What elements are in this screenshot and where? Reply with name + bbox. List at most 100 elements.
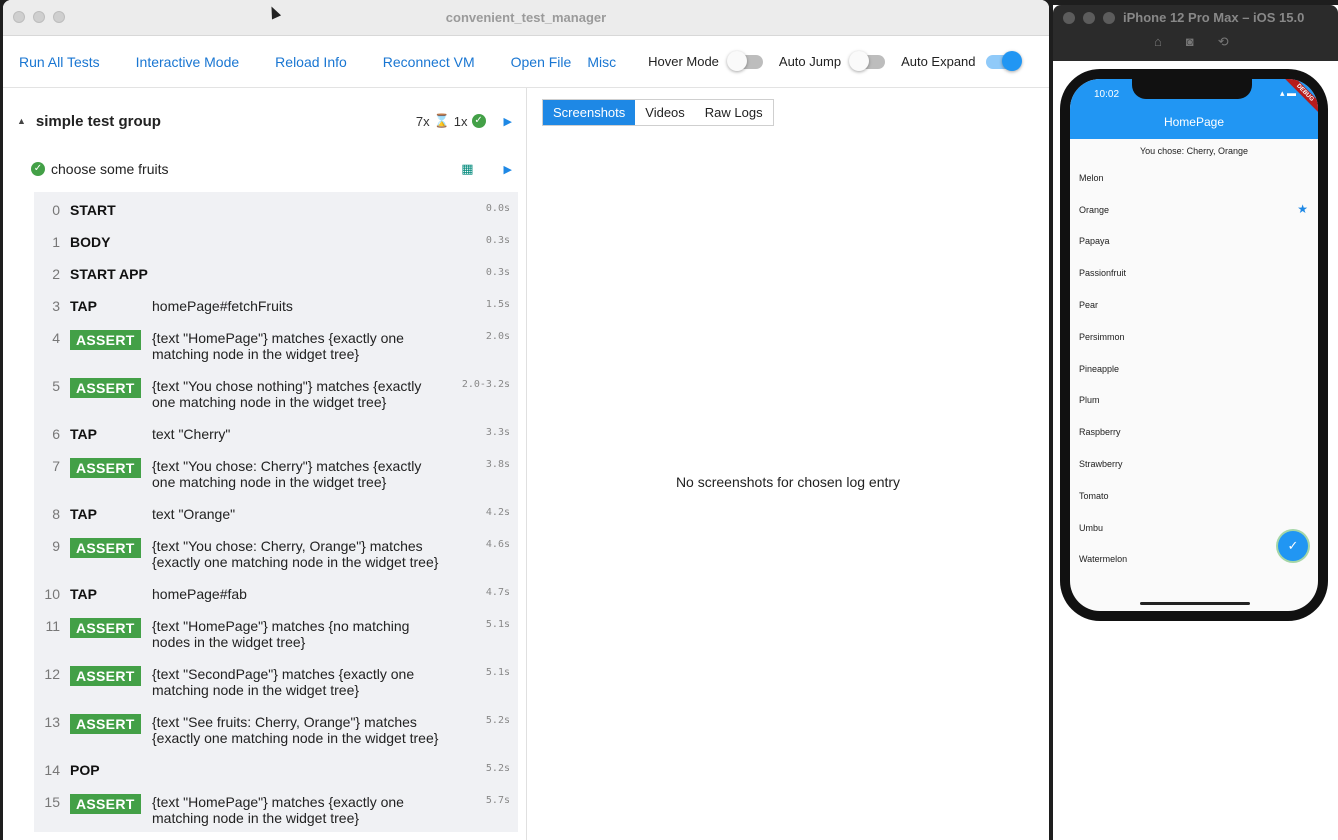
zoom-icon[interactable] — [1103, 12, 1115, 24]
interactive-mode-button[interactable]: Interactive Mode — [136, 54, 240, 70]
simulator-title: iPhone 12 Pro Max – iOS 15.0 — [1123, 10, 1305, 25]
assert-badge: ASSERT — [70, 458, 141, 478]
fruit-name: Papaya — [1079, 236, 1110, 247]
manager-window: convenient_test_manager Run All Tests In… — [3, 0, 1049, 840]
log-entry[interactable]: 8 TAP text "Orange" 4.2s — [34, 496, 518, 528]
fruit-list: Melon Orange ★ Papaya Passionfruit Pear Persim… — [1070, 162, 1318, 575]
log-time: 0.3s — [485, 267, 510, 278]
home-icon[interactable]: ⌂ — [1154, 34, 1162, 50]
log-entry[interactable]: 15 ASSERT {text "HomePage"} matches {exact… — [34, 784, 518, 832]
log-time: 5.2s — [485, 763, 510, 774]
status-icons: ▴ ▬ — [1279, 88, 1296, 98]
camera-icon[interactable]: ◙ — [1186, 34, 1194, 50]
log-entry[interactable]: 13 ASSERT {text "See fruits: Cherry, Orang… — [34, 704, 518, 752]
fruit-list-item[interactable]: Raspberry — [1079, 416, 1318, 448]
log-time: 4.2s — [485, 507, 510, 518]
star-icon[interactable]: ★ — [1297, 202, 1308, 216]
auto-jump-toggle[interactable] — [849, 50, 886, 71]
fruit-list-item[interactable]: Strawberry — [1079, 448, 1318, 480]
assert-badge: ASSERT — [70, 794, 141, 814]
fruit-list-item[interactable]: Pineapple — [1079, 353, 1318, 385]
log-kind: TAP — [60, 506, 152, 522]
group-stats: 7x ⌛ 1x ✓ — [416, 113, 486, 129]
log-description: text "Cherry" — [152, 426, 231, 442]
log-kind: TAP — [60, 426, 152, 442]
auto-jump-label: Auto Jump — [778, 54, 842, 69]
log-entry[interactable]: 5 ASSERT {text "You chose nothing"} matche… — [34, 368, 518, 416]
play-group-icon[interactable]: ▶ — [504, 115, 512, 128]
test-group-header[interactable]: ▲ simple test group 7x ⌛ 1x ✓ ▶ — [3, 88, 526, 154]
log-kind-label: TAP — [70, 426, 97, 442]
log-entry[interactable]: 10 TAP homePage#fab 4.7s — [34, 576, 518, 608]
log-entry[interactable]: 7 ASSERT {text "You chose: Cherry"} matche… — [34, 448, 518, 496]
status-bar: 10:02 ▴ ▬ DEBUG — [1070, 79, 1318, 117]
test-title: choose some fruits — [51, 161, 169, 177]
status-time: 10:02 — [1094, 89, 1120, 100]
tab-screenshots[interactable]: Screenshots — [543, 100, 636, 125]
log-kind: ASSERT — [60, 714, 152, 734]
fruit-list-item[interactable]: Melon — [1079, 162, 1318, 194]
log-description: {text "You chose: Cherry"} matches {exac… — [152, 458, 422, 490]
log-index: 1 — [52, 234, 60, 250]
log-entry[interactable]: 1 BODY 0.3s — [34, 224, 518, 256]
log-time: 0.0s — [485, 203, 510, 214]
test-tree-pane: ▲ simple test group 7x ⌛ 1x ✓ ▶ ✓ choose… — [3, 88, 527, 840]
rotate-icon[interactable]: ⟲ — [1218, 34, 1229, 50]
play-test-icon[interactable]: ▶ — [504, 163, 512, 176]
check-icon: ✓ — [471, 114, 486, 128]
assert-badge: ASSERT — [70, 378, 141, 398]
log-kind: ASSERT — [60, 378, 152, 398]
minimize-icon[interactable] — [1083, 12, 1095, 24]
close-icon[interactable] — [1063, 12, 1075, 24]
fruit-name: Plum — [1079, 395, 1100, 406]
log-index: 9 — [52, 538, 60, 554]
video-icon[interactable]: ▦ — [461, 161, 473, 177]
reconnect-vm-button[interactable]: Reconnect VM — [383, 54, 475, 70]
log-entry[interactable]: 3 TAP homePage#fetchFruits 1.5s — [34, 288, 518, 320]
log-entry[interactable]: 0 START 0.0s — [34, 192, 518, 224]
notch — [1132, 79, 1252, 99]
log-time: 3.8s — [485, 459, 510, 470]
open-file-button[interactable]: Open File — [511, 54, 572, 70]
log-entry[interactable]: 6 TAP text "Cherry" 3.3s — [34, 416, 518, 448]
collapse-caret-icon[interactable]: ▲ — [17, 116, 26, 126]
test-entry[interactable]: ✓ choose some fruits ▦ ▶ — [3, 150, 526, 188]
log-time: 2.0s — [485, 331, 510, 342]
simulator-titlebar: iPhone 12 Pro Max – iOS 15.0 ⌂ ◙ ⟲ — [1053, 5, 1338, 61]
assert-badge: ASSERT — [70, 714, 141, 734]
detail-tabs: Screenshots Videos Raw Logs — [542, 99, 774, 126]
log-kind: ASSERT — [60, 666, 152, 686]
hover-mode-label: Hover Mode — [648, 54, 719, 69]
auto-expand-toggle[interactable] — [985, 50, 1022, 71]
log-description: homePage#fetchFruits — [152, 298, 293, 314]
simulator-tools: ⌂ ◙ ⟲ — [1154, 34, 1229, 50]
fruit-list-item[interactable]: Orange ★ — [1079, 194, 1318, 226]
misc-button[interactable]: Misc — [587, 54, 616, 70]
fruit-list-item[interactable]: Plum — [1079, 385, 1318, 417]
run-all-tests-button[interactable]: Run All Tests — [19, 54, 100, 70]
log-description: {text "See fruits: Cherry, Orange"} matc… — [152, 714, 439, 746]
tab-videos[interactable]: Videos — [635, 100, 695, 125]
log-entry[interactable]: 2 START APP 0.3s — [34, 256, 518, 288]
fruit-list-item[interactable]: Tomato — [1079, 480, 1318, 512]
reload-info-button[interactable]: Reload Info — [275, 54, 347, 70]
log-entry[interactable]: 11 ASSERT {text "HomePage"} matches {no ma… — [34, 608, 518, 656]
fruit-list-item[interactable]: Passionfruit — [1079, 257, 1318, 289]
hover-mode-toggle[interactable] — [726, 50, 763, 71]
tab-raw-logs[interactable]: Raw Logs — [694, 100, 773, 125]
fab-button[interactable]: ✓ — [1278, 531, 1308, 561]
passed-count: 7x — [415, 113, 430, 129]
fruit-name: Umbu — [1079, 522, 1104, 533]
fruit-list-item[interactable]: Persimmon — [1079, 321, 1318, 353]
log-entry[interactable]: 4 ASSERT {text "HomePage"} matches {exactl… — [34, 320, 518, 368]
titlebar: convenient_test_manager — [3, 0, 1049, 36]
log-entry[interactable]: 9 ASSERT {text "You chose: Cherry, Orange"… — [34, 528, 518, 576]
hourglass-icon: ⌛ — [433, 113, 450, 128]
log-entry[interactable]: 14 POP 5.2s — [34, 752, 518, 784]
log-time: 1.5s — [485, 299, 510, 310]
fruit-list-item[interactable]: Papaya — [1079, 226, 1318, 258]
log-description: {text "You chose: Cherry, Orange"} match… — [152, 538, 439, 570]
fruit-list-item[interactable]: Pear — [1079, 289, 1318, 321]
log-entry[interactable]: 12 ASSERT {text "SecondPage"} matches {exa… — [34, 656, 518, 704]
assert-badge: ASSERT — [70, 330, 141, 350]
